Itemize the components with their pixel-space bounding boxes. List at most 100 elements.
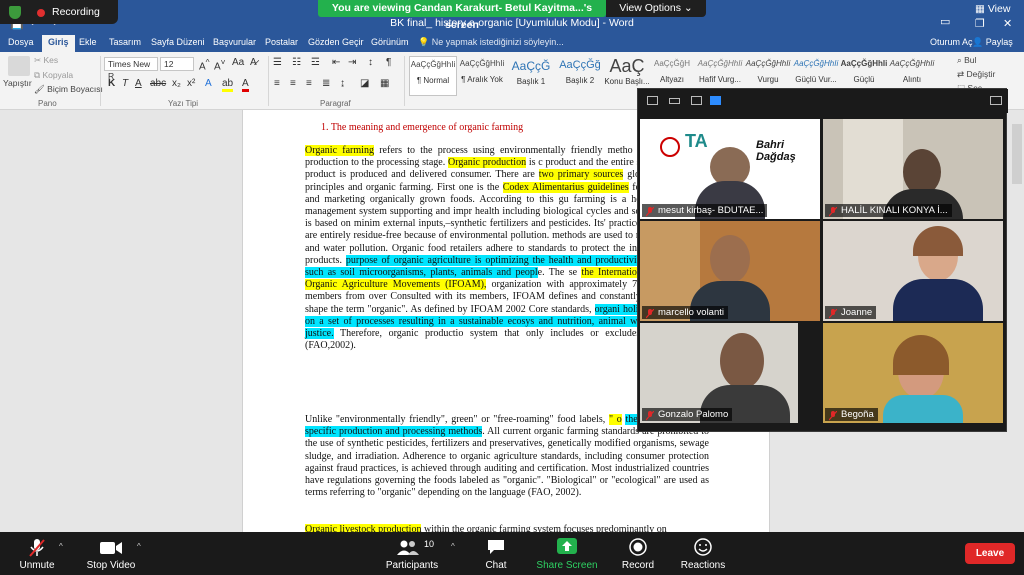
font-color-icon[interactable]: A (242, 78, 249, 92)
paste-label[interactable]: Yapıştır (3, 78, 32, 88)
paste-icon[interactable] (8, 56, 30, 76)
bullets-icon[interactable]: ☰ (273, 57, 282, 68)
borders-icon[interactable]: ▦ (380, 78, 389, 89)
style-no-spacing[interactable]: AaÇçĞğHhIi ¶ Aralık Yok (458, 56, 506, 96)
find-button[interactable]: ⌕ Bul (957, 55, 976, 66)
style-heading-1[interactable]: AaÇçĞ Başlık 1 (507, 56, 555, 96)
share-button[interactable]: 👤 Paylaş (972, 37, 1013, 48)
sort-icon[interactable]: ↕ (368, 57, 373, 68)
align-right-icon[interactable]: ≡ (306, 78, 312, 89)
cut-button[interactable]: ✂ Kes (34, 55, 58, 66)
style-normal[interactable]: AaÇçĞğHhIi ¶ Normal (409, 56, 457, 96)
muted-mic-icon (829, 309, 837, 319)
side-view-icon[interactable] (691, 96, 702, 105)
participants-button[interactable]: 10 Participants (372, 532, 452, 575)
tell-me-search[interactable]: 💡 Ne yapmak istediğinizi söyleyin... (418, 37, 564, 48)
ribbon-display-icon[interactable]: ▭ (940, 15, 950, 28)
bold-button[interactable]: K (108, 78, 115, 89)
clear-format-icon[interactable]: A̷ (250, 57, 257, 68)
underline-button[interactable]: A (135, 78, 142, 89)
share-label: Paylaş (985, 37, 1013, 47)
view-mode-button[interactable]: ▦ View (975, 3, 1010, 15)
participant-tile[interactable]: HALİL KINALI KONYA İ... (823, 119, 1003, 219)
sign-in-link[interactable]: Oturum Aç (930, 37, 973, 47)
participant-name-tag: marcello volanti (642, 306, 728, 319)
app-window: BK final_ history e-organic [Uyumluluk M… (0, 0, 1024, 575)
tab-ekle[interactable]: Ekle (79, 37, 97, 47)
participant-gallery[interactable]: TA Bahri Dağdaş mesut kirbaş- BDUTAE... … (637, 88, 1008, 432)
participant-tile[interactable]: marcello volanti (640, 221, 820, 321)
participant-name-tag: HALİL KINALI KONYA İ... (825, 204, 952, 217)
highlighted-text: Organic production (447, 157, 527, 169)
chat-button[interactable]: Chat (456, 532, 536, 575)
restore-icon[interactable]: ❐ (975, 17, 985, 30)
change-case-icon[interactable]: Aa (232, 57, 244, 68)
view-label: View (987, 3, 1011, 15)
replace-button[interactable]: ⇄ Değiştir (957, 69, 995, 80)
vertical-scrollbar[interactable] (1012, 124, 1022, 184)
numbering-icon[interactable]: ☷ (292, 57, 301, 68)
participant-name: Gonzalo Palomo (658, 409, 729, 420)
decrease-indent-icon[interactable]: ⇤ (332, 57, 340, 68)
tab-dosya[interactable]: Dosya (8, 37, 34, 47)
stop-video-button[interactable]: Stop Video (71, 532, 151, 575)
group-divider (404, 56, 405, 106)
copy-button[interactable]: ⧉ Kopyala (34, 70, 73, 81)
increase-indent-icon[interactable]: ⇥ (348, 57, 356, 68)
participant-name: Begoña (841, 409, 874, 420)
close-icon[interactable]: ✕ (1003, 17, 1012, 30)
shrink-font-icon[interactable]: A˅ (214, 57, 226, 72)
highlight-color-icon[interactable]: ab (222, 78, 234, 92)
unmute-button[interactable]: Unmute (0, 532, 77, 575)
audio-options-caret[interactable]: ^ (59, 542, 63, 551)
font-name-box[interactable]: Times New R (104, 57, 158, 81)
reactions-button[interactable]: Reactions (663, 532, 743, 575)
tab-gorunum[interactable]: Görünüm (371, 37, 409, 47)
tagem-logo: TA (685, 131, 708, 151)
align-left-icon[interactable]: ≡ (274, 78, 280, 89)
text-run: . All current organic farming standards … (305, 426, 710, 499)
superscript-button[interactable]: x² (187, 78, 195, 89)
participant-tile[interactable]: Gonzalo Palomo (640, 323, 820, 423)
participants-options-caret[interactable]: ^ (451, 542, 455, 551)
recording-label: Recording (52, 6, 100, 18)
line-spacing-icon[interactable]: ↨ (340, 78, 345, 89)
grid-icon: ▦ (975, 3, 985, 15)
format-painter-button[interactable]: 🖌 Biçim Boyacısı (34, 84, 103, 95)
participant-tile[interactable]: TA Bahri Dağdaş mesut kirbaş- BDUTAE... (640, 119, 820, 219)
speaker-view-icon[interactable] (647, 96, 658, 105)
grow-font-icon[interactable]: A^ (199, 57, 210, 72)
tab-postalar[interactable]: Postalar (265, 37, 298, 47)
tab-tasarim[interactable]: Tasarım (109, 37, 141, 47)
tell-me-label: Ne yapmak istediğinizi söyleyin... (431, 37, 564, 47)
shading-icon[interactable]: ◪ (360, 78, 369, 89)
multilevel-list-icon[interactable]: ☲ (311, 57, 320, 68)
share-screen-icon (557, 538, 577, 554)
text-effects-icon[interactable]: A (205, 78, 212, 89)
font-size-box[interactable]: 12 (160, 57, 194, 71)
chat-label: Chat (485, 560, 507, 571)
strip-view-icon[interactable] (669, 98, 680, 104)
show-marks-icon[interactable]: ¶ (386, 57, 391, 68)
leave-button[interactable]: Leave (965, 543, 1015, 564)
subscript-button[interactable]: x₂ (172, 78, 181, 89)
participant-tile[interactable]: Begoña (823, 323, 1003, 423)
tab-sayfa-duzeni[interactable]: Sayfa Düzeni (151, 37, 205, 47)
gallery-view-icon[interactable] (710, 96, 721, 105)
style-heading-2[interactable]: AaÇçĞğ Başlık 2 (556, 56, 604, 96)
tab-gozden-gecir[interactable]: Gözden Geçir (308, 37, 364, 47)
italic-button[interactable]: T (122, 78, 128, 89)
security-shield-icon[interactable] (9, 6, 21, 19)
tab-giris[interactable]: Giriş (42, 35, 75, 52)
recording-indicator[interactable]: Recording (0, 0, 118, 24)
participant-tile[interactable]: Joanne (823, 221, 1003, 321)
align-center-icon[interactable]: ≡ (290, 78, 296, 89)
view-options-button[interactable]: View Options ⌄ (606, 0, 706, 17)
tab-basvurular[interactable]: Başvurular (213, 37, 256, 47)
view-options-label: View Options (619, 2, 681, 14)
share-screen-button[interactable]: Share Screen (527, 532, 607, 575)
strikethrough-button[interactable]: abc (150, 78, 166, 89)
exit-fullscreen-icon[interactable] (990, 96, 1002, 105)
video-options-caret[interactable]: ^ (137, 542, 141, 551)
justify-icon[interactable]: ≣ (322, 78, 330, 89)
